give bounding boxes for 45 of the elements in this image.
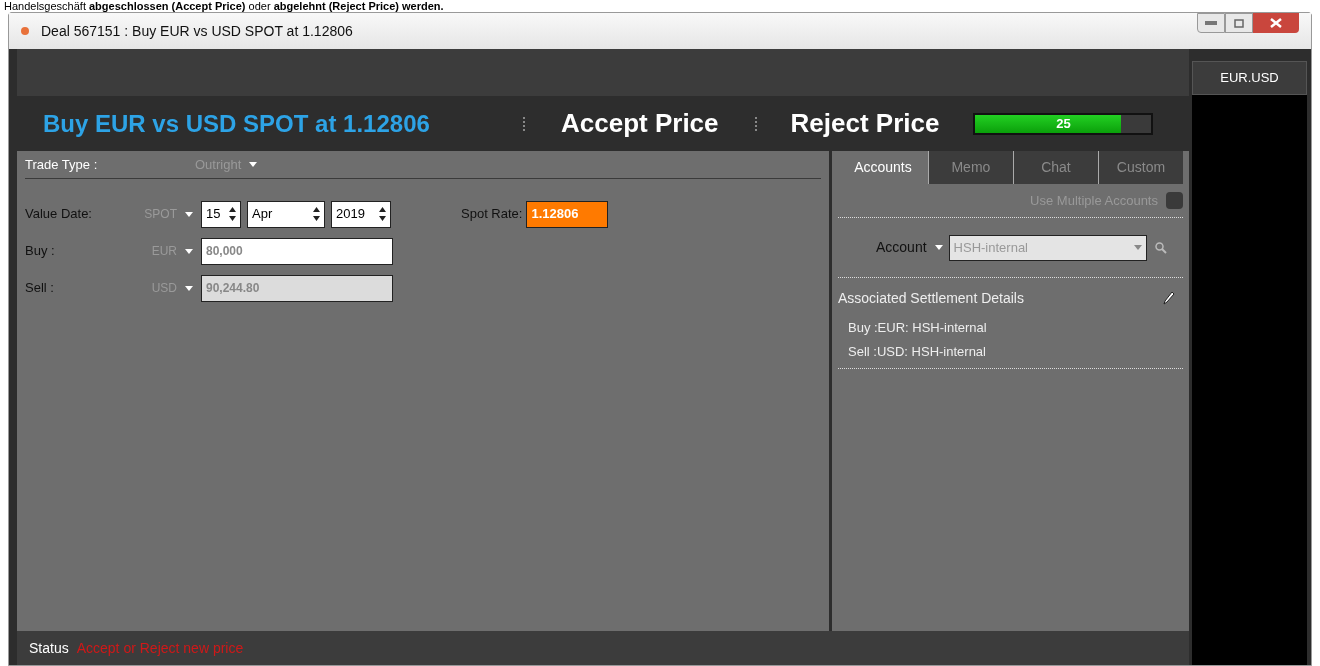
status-label: Status <box>29 638 69 658</box>
dropdown-caret-icon[interactable] <box>249 162 258 167</box>
field-label: Buy : <box>25 242 56 261</box>
status-message: Accept or Reject new price <box>76 638 244 658</box>
amount-field[interactable]: 80,000 <box>201 237 393 265</box>
tab[interactable]: Chat <box>1012 151 1098 184</box>
spinner-arrows-icon[interactable] <box>379 207 386 221</box>
dropdown-caret-icon[interactable] <box>185 285 193 291</box>
field-label: Account <box>876 238 927 257</box>
dropdown-caret-icon[interactable] <box>185 211 193 217</box>
dropdown-caret-icon[interactable] <box>185 248 193 254</box>
window-title: Deal 567151 : Buy EUR vs USD SPOT at 1.12806 <box>41 21 353 41</box>
field-label: Sell : <box>25 279 55 298</box>
field-label: Trade Type : <box>25 155 99 174</box>
app-dot-icon <box>21 27 29 35</box>
multiple-accounts-checkbox[interactable] <box>1166 192 1183 209</box>
maximize-button[interactable] <box>1225 13 1253 33</box>
settlement-title: Associated Settlement Details <box>838 288 1024 308</box>
field-label: Value Date: <box>25 205 93 224</box>
caption-text: Handelsgeschäft abgeschlossen (Accept Price) oder abgelehnt (Reject Price) werden. <box>3 0 445 12</box>
settlement-line: Buy :EUR: HSH-internal <box>847 319 988 337</box>
minimize-button[interactable] <box>1197 13 1225 33</box>
field-label: Spot Rate: <box>461 205 523 224</box>
accept-price-button[interactable]: Accept Price <box>561 104 719 143</box>
day-spinner[interactable]: 15 <box>201 200 241 228</box>
dropdown-caret-icon <box>1133 245 1142 250</box>
month-spinner[interactable]: Apr <box>247 200 325 228</box>
close-button[interactable] <box>1253 13 1299 33</box>
spinner-arrows-icon[interactable] <box>313 207 320 221</box>
currency-pair-tab[interactable]: EUR.USD <box>1192 61 1307 95</box>
dropdown-caret-icon[interactable] <box>934 245 943 250</box>
spot-rate-value: 1.12806 <box>526 200 609 228</box>
close-icon <box>1270 18 1282 28</box>
search-icon[interactable] <box>1154 241 1167 254</box>
tab[interactable]: Memo <box>927 151 1013 184</box>
pencil-icon[interactable] <box>1163 291 1175 305</box>
timer-reading: 25 <box>1055 114 1072 133</box>
minimize-icon <box>1205 21 1217 25</box>
maximize-icon <box>1234 18 1244 28</box>
spinner-arrows-icon[interactable] <box>229 207 236 221</box>
settlement-line: Sell :USD: HSH-internal <box>847 343 987 361</box>
year-spinner[interactable]: 2019 <box>331 200 391 228</box>
tab[interactable]: Custom <box>1097 151 1183 184</box>
reject-price-button[interactable]: Reject Price <box>790 104 940 143</box>
deal-headline: Buy EUR vs USD SPOT at 1.12806 <box>43 108 431 139</box>
